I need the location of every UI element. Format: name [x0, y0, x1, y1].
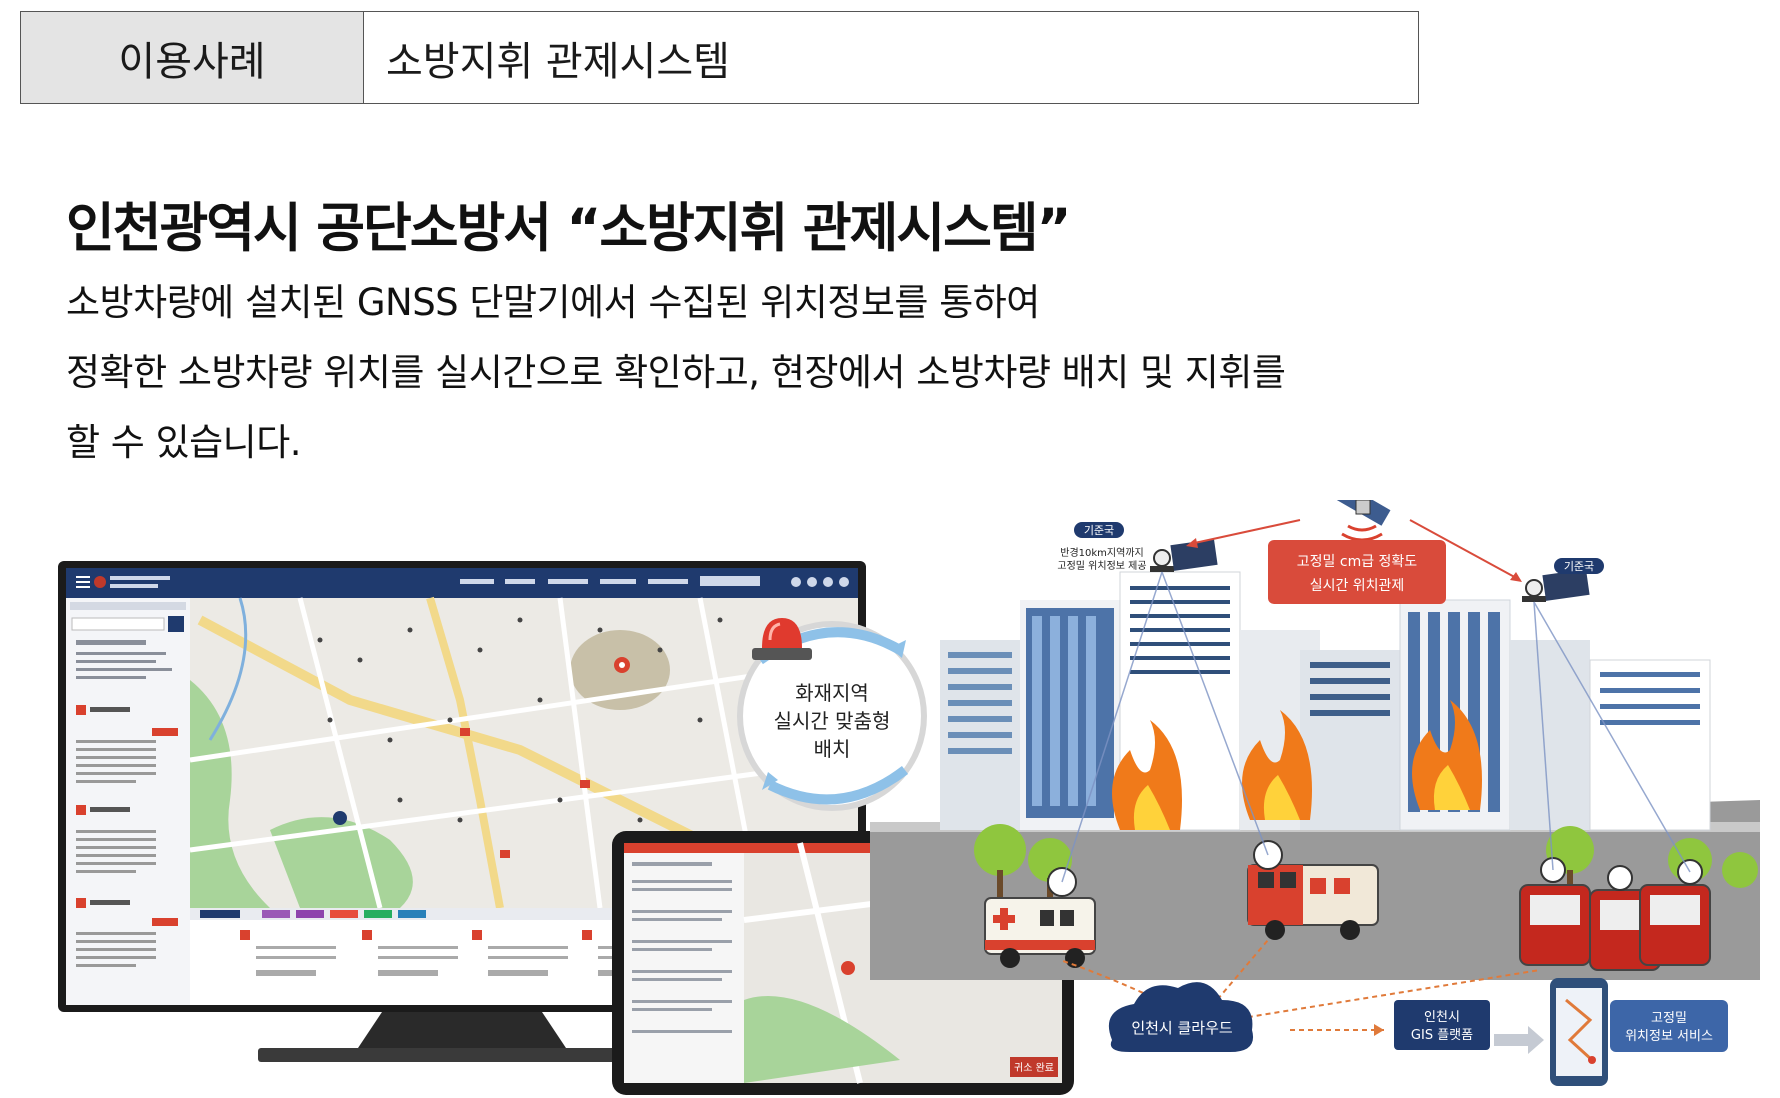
gis-label-2: GIS 플랫폼 [1411, 1028, 1473, 1043]
location-service-box: 고정밀 위치정보 서비스 [1610, 1000, 1728, 1052]
cloud-label: 인천시 클라우드 [1131, 1019, 1233, 1037]
description: 소방차량에 설치된 GNSS 단말기에서 수집된 위치정보를 통하여 정확한 소… [66, 268, 1446, 478]
bus-icon [1519, 857, 1711, 971]
satellite-icon [1329, 500, 1391, 542]
case-table: 이용사례 소방지휘 관제시스템 [20, 11, 1419, 104]
base-station-badge-left: 기준국 반경10km지역까지 고정밀 위치정보 제공 [1057, 522, 1147, 572]
gis-platform-box: 인천시 GIS 플랫폼 [1394, 1000, 1490, 1050]
gnss-antenna-icon [1522, 569, 1590, 602]
base-station-note-2: 고정밀 위치정보 제공 [1057, 559, 1146, 572]
phone-icon [1550, 978, 1608, 1086]
service-label-1: 고정밀 [1651, 1011, 1687, 1026]
cloud-icon: 인천시 클라우드 [1108, 982, 1254, 1052]
description-line-2: 정확한 소방차량 위치를 실시간으로 확인하고, 현장에서 소방차량 배치 및 … [66, 351, 1286, 394]
case-value: 소방지휘 관제시스템 [386, 38, 730, 85]
gis-label-1: 인천시 [1424, 1010, 1460, 1025]
base-station-note-1: 반경10km지역까지 [1060, 546, 1143, 559]
accuracy-line-1: 고정밀 cm급 정확도 [1297, 554, 1418, 570]
accuracy-line-2: 실시간 위치관제 [1310, 578, 1405, 594]
dispatch-label-3: 배치 [814, 737, 851, 761]
gnss-antenna-icon [1150, 539, 1218, 572]
dispatch-label-2: 실시간 맞춤형 [774, 709, 891, 733]
page-headline: 인천광역시 공단소방서 “소방지휘 관제시스템” [66, 198, 1071, 259]
dispatch-label-1: 화재지역 [795, 681, 869, 705]
case-label: 이용사례 [21, 12, 364, 103]
city-scene: 기준국 반경10km지역까지 고정밀 위치정보 제공 기준국 고정밀 cm급 정… [870, 500, 1760, 980]
description-line-3: 할 수 있습니다. [66, 421, 302, 464]
base-station-badge-right: 기준국 [1554, 558, 1604, 574]
description-line-1: 소방차량에 설치된 GNSS 단말기에서 수집된 위치정보를 통하여 [66, 281, 1040, 324]
service-label-2: 위치정보 서비스 [1625, 1029, 1713, 1044]
base-station-label-left: 기준국 [1084, 524, 1114, 537]
tablet-return-label: 귀소 완료 [1014, 1062, 1054, 1074]
base-station-label-right: 기준국 [1564, 560, 1594, 573]
system-illustration: 귀소 완료 화재지역 실시간 맞춤형 배치 기준국 반경10km지역까지 고정밀… [0, 500, 1780, 1098]
accuracy-banner: 고정밀 cm급 정확도 실시간 위치관제 [1268, 540, 1446, 604]
